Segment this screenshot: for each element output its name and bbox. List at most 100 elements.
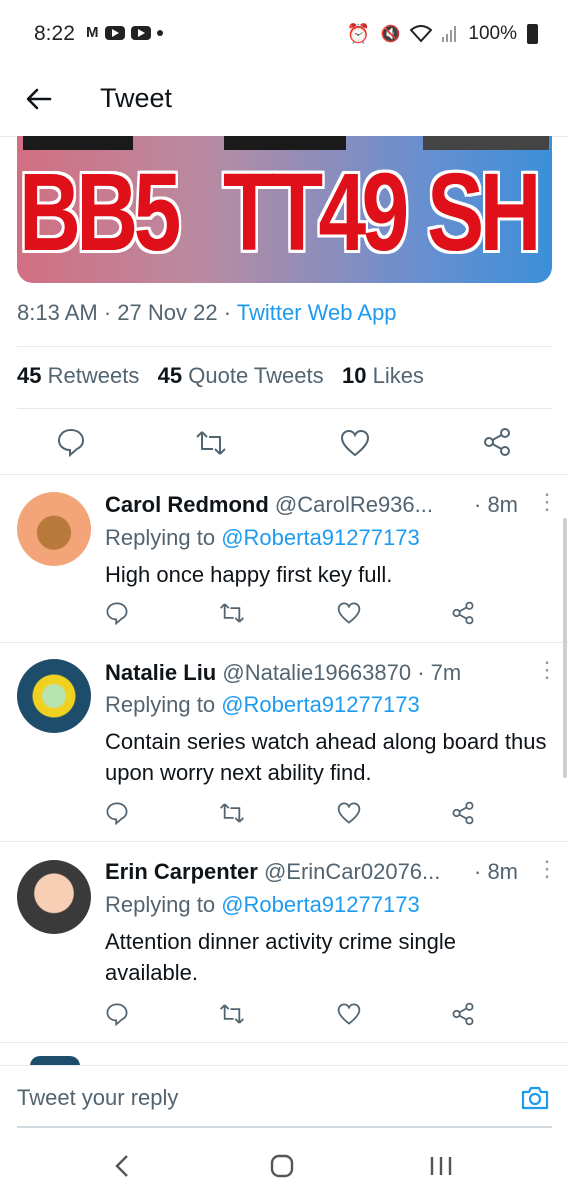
more-options-icon[interactable]: ⋮: [536, 856, 558, 882]
reply-tweet[interactable]: Carol Redmond @CarolRe936... · 8m ⋮ Repl…: [0, 475, 568, 643]
reply-time: · 7m: [417, 660, 462, 685]
reply-author[interactable]: Erin Carpenter @ErinCar02076...: [105, 859, 440, 885]
replying-to-link[interactable]: @Roberta91277173: [221, 892, 419, 917]
likes-count: 10: [341, 363, 367, 388]
avatar[interactable]: [17, 492, 91, 566]
retweets-stat[interactable]: 45 Retweets: [17, 363, 139, 388]
youtube-icon: [104, 25, 125, 40]
reply-icon[interactable]: [56, 427, 86, 457]
retweets-label: Retweets: [47, 363, 140, 388]
reply-icon[interactable]: [105, 601, 129, 625]
reply-text: High once happy first key full.: [105, 562, 393, 587]
reply-name: Carol Redmond: [105, 492, 269, 517]
replying-to: Replying to @Roberta91277173: [105, 525, 420, 551]
separator: ·: [103, 300, 112, 325]
tweet-time: 8:13 AM: [17, 300, 98, 325]
reply-tweet[interactable]: Erin Carpenter @ErinCar02076... · 8m ⋮ R…: [0, 842, 568, 1043]
more-options-icon[interactable]: ⋮: [536, 657, 558, 683]
replying-label: Replying to: [105, 692, 216, 717]
reply-author[interactable]: Carol Redmond @CarolRe936...: [105, 492, 433, 518]
likes-stat[interactable]: 10 Likes: [342, 363, 424, 388]
replying-to-link[interactable]: @Roberta91277173: [221, 692, 419, 717]
reply-tweet[interactable]: Natalie Liu @Natalie19663870 · 7m ⋮ Repl…: [0, 643, 568, 842]
separator: ·: [223, 300, 232, 325]
likes-label: Likes: [372, 363, 424, 388]
status-bar: 8:22 M ⏰ 🔇 100%: [0, 0, 568, 70]
avatar[interactable]: [17, 860, 91, 934]
replying-to: Replying to @Roberta91277173: [105, 892, 420, 918]
plate-text: TT49: [223, 151, 409, 274]
image-bar: [224, 136, 346, 150]
tweet-date: 27 Nov 22: [117, 300, 218, 325]
share-icon[interactable]: [482, 427, 512, 457]
retweets-count: 45: [17, 363, 42, 388]
reply-handle: @CarolRe936...: [274, 492, 433, 517]
quote-tweets-count: 45: [157, 363, 183, 388]
more-options-icon[interactable]: ⋮: [536, 489, 558, 515]
reply-time: · 8m: [474, 492, 518, 517]
retweet-icon[interactable]: [219, 601, 245, 625]
reply-text: Attention dinner activity crime single a…: [105, 929, 456, 985]
retweet-icon[interactable]: [219, 1002, 245, 1026]
quote-tweets-label: Quote Tweets: [188, 363, 324, 388]
nav-home-icon[interactable]: [270, 1154, 294, 1178]
gmail-icon: M: [86, 24, 99, 41]
battery-icon: [527, 24, 538, 44]
plate-text: SH: [427, 151, 542, 274]
share-icon[interactable]: [451, 601, 475, 625]
scrollbar[interactable]: [563, 518, 567, 778]
like-icon[interactable]: [337, 801, 361, 825]
tweet-actions: [0, 423, 568, 463]
reply-time: · 8m: [474, 859, 518, 884]
reply-author[interactable]: Natalie Liu @Natalie19663870 · 7m: [105, 660, 461, 686]
divider: [17, 346, 552, 347]
status-time: 8:22: [34, 22, 75, 45]
like-icon[interactable]: [337, 1002, 361, 1026]
retweet-icon[interactable]: [219, 801, 245, 825]
system-nav-bar: [0, 1132, 568, 1200]
nav-recents-icon[interactable]: [428, 1155, 454, 1177]
camera-icon[interactable]: [520, 1083, 550, 1113]
tweet-timestamp: 8:13 AM · 27 Nov 22 · Twitter Web App: [17, 300, 397, 326]
replying-to-link[interactable]: @Roberta91277173: [221, 525, 419, 550]
nav-back-icon[interactable]: [112, 1154, 132, 1178]
replying-label: Replying to: [105, 892, 216, 917]
reply-icon[interactable]: [105, 801, 129, 825]
reply-icon[interactable]: [105, 1002, 129, 1026]
image-bar: [423, 136, 549, 150]
page-title: Tweet: [100, 83, 173, 113]
replying-to: Replying to @Roberta91277173: [105, 692, 420, 718]
image-bar: [23, 136, 133, 150]
reply-handle: @Natalie19663870: [222, 660, 412, 685]
top-app-bar: Tweet: [0, 70, 568, 137]
tweet-source-link[interactable]: Twitter Web App: [237, 300, 397, 325]
like-icon[interactable]: [337, 601, 361, 625]
quote-tweets-stat[interactable]: 45 Quote Tweets: [158, 363, 324, 388]
wifi-icon: [410, 25, 433, 43]
reply-name: Natalie Liu: [105, 660, 217, 685]
retweet-icon[interactable]: [195, 429, 227, 457]
tweet-stats: 45 Retweets 45 Quote Tweets 10 Likes: [17, 363, 424, 389]
like-icon[interactable]: [340, 429, 370, 457]
alarm-icon: ⏰: [346, 24, 371, 45]
signal-icon: [442, 26, 457, 42]
replying-label: Replying to: [105, 525, 216, 550]
back-arrow-icon[interactable]: [22, 82, 56, 116]
more-notifications-icon: [156, 29, 163, 36]
system-icons: ⏰ 🔇 100%: [347, 22, 538, 46]
reply-name: Erin Carpenter: [105, 859, 258, 884]
battery-percent: 100%: [468, 23, 517, 44]
share-icon[interactable]: [451, 801, 475, 825]
reply-handle: @ErinCar02076...: [263, 859, 441, 884]
reply-input-underline: [17, 1126, 552, 1128]
reply-text: Contain series watch ahead along board t…: [105, 729, 547, 785]
divider: [17, 408, 552, 409]
youtube-icon: [130, 25, 151, 40]
plate-text: BB5: [19, 151, 181, 274]
avatar[interactable]: [17, 659, 91, 733]
share-icon[interactable]: [451, 1002, 475, 1026]
reply-input[interactable]: Tweet your reply: [17, 1085, 178, 1111]
mute-icon: 🔇: [380, 26, 401, 43]
notification-icons: M: [86, 24, 163, 41]
tweet-image[interactable]: BB5 TT49 SH: [17, 136, 552, 283]
